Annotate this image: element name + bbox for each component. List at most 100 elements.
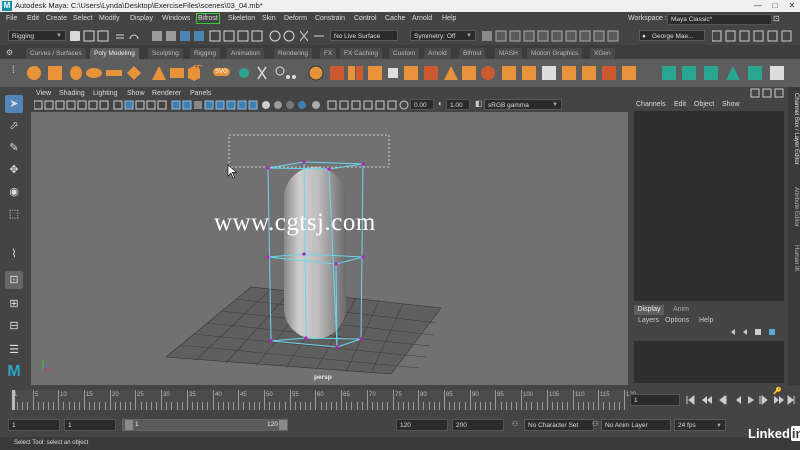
shelf-tab-custom[interactable]: Custom xyxy=(389,48,420,59)
menu-cache[interactable]: Cache xyxy=(385,12,405,25)
anim-tab[interactable]: Anim xyxy=(666,305,696,315)
minimize-button[interactable]: — xyxy=(750,0,766,12)
time-ruler[interactable]: 1 5 10 15 20 25 30 35 40 45 50 55 60 65 70 75 80 85 90 95 10… xyxy=(10,390,636,410)
shelf-settings-icon[interactable]: ⚙ xyxy=(6,48,13,57)
shelf-tab-bifrost[interactable]: Bifrost xyxy=(459,48,486,59)
shelf-tab-xgen[interactable]: XGen xyxy=(590,48,615,59)
symmetry-dropdown[interactable]: Symmetry: Off ▼ xyxy=(410,30,476,41)
animation-start-field[interactable]: 1 xyxy=(8,419,60,431)
outliner-layout-icon[interactable]: ☰ xyxy=(5,341,23,359)
gamma-icon[interactable]: ◐ xyxy=(438,99,443,108)
shelf-tab-poly-modeling[interactable]: Poly Modeling xyxy=(90,48,139,59)
layer-list[interactable] xyxy=(634,341,784,383)
shelf-menu-icon[interactable]: ⁞ xyxy=(12,65,15,76)
menu-help[interactable]: Help xyxy=(442,12,456,25)
render-icons[interactable] xyxy=(482,29,632,43)
viewport-toolbar-icons[interactable] xyxy=(34,100,409,110)
shelf-tab-mash[interactable]: MASH xyxy=(495,48,522,59)
range-end-handle[interactable] xyxy=(279,420,287,430)
channel-box-side-tab[interactable]: Channel Box / Layer Editor xyxy=(793,93,799,165)
select-tool-icon[interactable]: ➤ xyxy=(5,95,23,113)
range-start-handle[interactable] xyxy=(125,420,133,430)
user-account-dropdown[interactable]: ● George Mae... xyxy=(639,30,705,41)
playback-end-field[interactable]: 120 xyxy=(396,419,448,431)
current-time-indicator[interactable] xyxy=(12,390,15,410)
workspace-lock-icon[interactable]: ⊡ xyxy=(773,12,780,25)
display-tab[interactable]: Display xyxy=(634,305,664,315)
playback-controls[interactable] xyxy=(684,395,800,407)
range-bar[interactable]: 1 120 xyxy=(122,419,288,431)
menu-skeleton[interactable]: Skeleton xyxy=(228,12,255,25)
shelf-tab-fx-caching[interactable]: FX Caching xyxy=(340,48,382,59)
shelf-tab-rigging[interactable]: Rigging xyxy=(190,48,221,59)
side-by-side-icon[interactable]: ⊟ xyxy=(5,317,23,335)
menu-constrain[interactable]: Constrain xyxy=(315,12,345,25)
rotate-tool-icon[interactable]: ◉ xyxy=(5,183,23,201)
viewport-menu-panels[interactable]: Panels xyxy=(190,89,211,99)
soft-select-tool-icon[interactable]: ⌇ xyxy=(5,245,23,263)
edit-menu[interactable]: Edit xyxy=(674,99,686,111)
playback-start-field[interactable]: 1 xyxy=(64,419,116,431)
poly-primitive-icons[interactable] xyxy=(26,63,206,83)
animation-end-field[interactable]: 200 xyxy=(452,419,504,431)
shelf-tab-curves[interactable]: Curves / Surfaces xyxy=(26,48,86,59)
key-icon[interactable]: 🔑 xyxy=(773,387,782,395)
menu-select[interactable]: Select xyxy=(73,12,92,25)
move-tool-icon[interactable]: ✥ xyxy=(5,161,23,179)
uv-edit-icons[interactable] xyxy=(662,63,792,83)
scene-canvas[interactable] xyxy=(31,112,628,385)
maximize-button[interactable]: □ xyxy=(767,0,783,12)
shelf-tab-sculpting[interactable]: Sculpting xyxy=(148,48,183,59)
single-view-icon[interactable]: ⊡ xyxy=(5,271,23,289)
viewport-menu-lighting[interactable]: Lighting xyxy=(93,89,118,99)
close-button[interactable]: ✕ xyxy=(784,0,800,12)
layers-menu[interactable]: Layers xyxy=(638,317,659,324)
live-surface-dropdown[interactable]: No Live Surface xyxy=(330,30,398,41)
object-menu[interactable]: Object xyxy=(694,99,714,111)
menu-file[interactable]: File xyxy=(6,12,17,25)
menu-arnold[interactable]: Arnold xyxy=(412,12,432,25)
workspace-dropdown[interactable]: Maya Classic* xyxy=(667,14,772,25)
shelf-tab-rendering[interactable]: Rendering xyxy=(274,48,312,59)
layer-buttons[interactable] xyxy=(729,327,784,337)
menu-control[interactable]: Control xyxy=(354,12,377,25)
anim-layer-icon[interactable]: ⚇ xyxy=(592,420,598,428)
character-set-dropdown[interactable]: No Character Set xyxy=(524,419,594,431)
poly-operation-icons[interactable] xyxy=(308,63,648,83)
attribute-editor-side-tab[interactable]: Attribute Editor xyxy=(793,187,799,227)
menu-set-dropdown[interactable]: Rigging ▼ xyxy=(8,30,66,41)
paint-select-tool-icon[interactable]: ✎ xyxy=(5,139,23,157)
channel-list[interactable] xyxy=(634,111,784,301)
gamma-field[interactable]: 1.00 xyxy=(446,99,470,110)
channels-menu[interactable]: Channels xyxy=(636,99,666,111)
color-space-dropdown[interactable]: sRGB gamma ▼ xyxy=(484,99,562,110)
anim-layer-dropdown[interactable]: No Anim Layer xyxy=(601,419,671,431)
shelf-tab-fx[interactable]: FX xyxy=(320,48,337,59)
lasso-tool-icon[interactable]: ⬀ xyxy=(5,117,23,135)
color-management-icon[interactable]: ◧ xyxy=(475,99,483,108)
menu-bifrost[interactable]: Bifrost xyxy=(196,13,220,24)
menu-skin[interactable]: Skin xyxy=(262,12,276,25)
type-tool-icon[interactable]: T xyxy=(194,63,203,79)
viewport-persp[interactable]: www.cgtsj.com persp xyxy=(31,112,628,385)
scale-tool-icon[interactable]: ⬚ xyxy=(5,205,23,223)
viewport-menu-renderer[interactable]: Renderer xyxy=(152,89,181,99)
show-menu[interactable]: Show xyxy=(722,99,740,111)
viewport-menu-show[interactable]: Show xyxy=(127,89,145,99)
layer-help-menu[interactable]: Help xyxy=(699,317,713,324)
menu-edit[interactable]: Edit xyxy=(27,12,39,25)
panel-toggle-icons[interactable] xyxy=(712,29,798,43)
svg-tool-icon[interactable]: SVG xyxy=(213,68,230,76)
current-frame-field[interactable]: 1 xyxy=(630,394,680,406)
exposure-field[interactable]: 0.00 xyxy=(410,99,434,110)
viewport-menu-view[interactable]: View xyxy=(36,89,51,99)
human-ik-side-tab[interactable]: Human IK xyxy=(793,245,799,272)
character-set-icon[interactable]: ⚇ xyxy=(512,420,518,428)
shelf-tab-motion-graphics[interactable]: Motion Graphics xyxy=(527,48,583,59)
shelf-tab-arnold[interactable]: Arnold xyxy=(424,48,451,59)
menu-modify[interactable]: Modify xyxy=(99,12,120,25)
shelf-tab-animation[interactable]: Animation xyxy=(227,48,264,59)
shelf-utility-icons[interactable] xyxy=(238,63,308,83)
four-view-icon[interactable]: ⊞ xyxy=(5,295,23,313)
options-menu[interactable]: Options xyxy=(665,317,689,324)
